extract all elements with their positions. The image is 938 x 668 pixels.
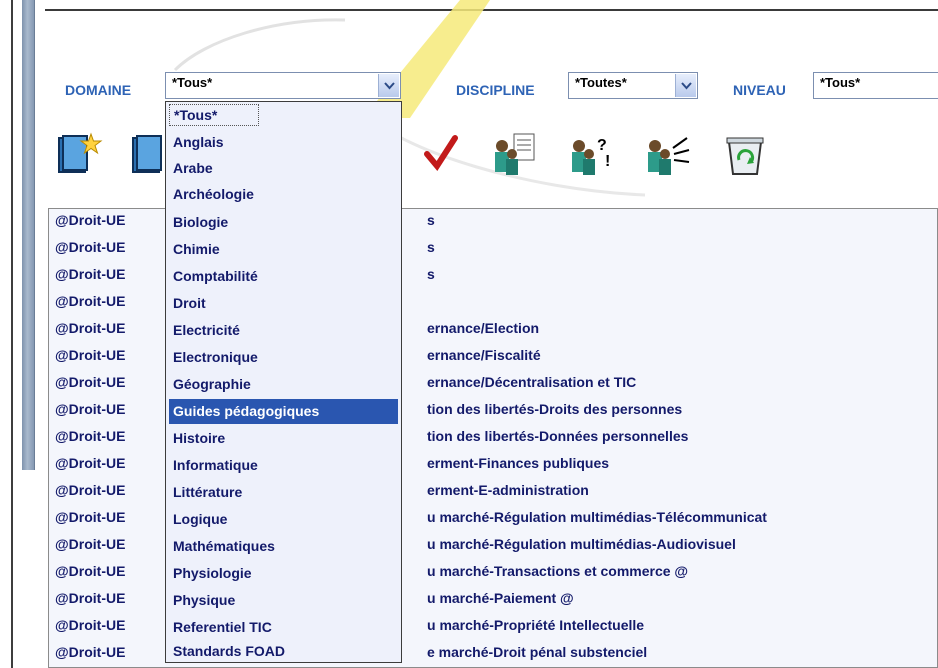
top-divider: [45, 9, 938, 11]
dropdown-option[interactable]: Mathématiques: [169, 534, 398, 559]
domaine-value: *Tous*: [172, 75, 213, 90]
dropdown-option[interactable]: Archéologie: [169, 182, 398, 207]
domaine-select[interactable]: *Tous*: [165, 72, 401, 99]
people-question-icon[interactable]: ? !: [567, 128, 615, 180]
chevron-down-icon[interactable]: [378, 74, 399, 97]
dropdown-option[interactable]: Chimie: [169, 237, 398, 262]
domaine-dropdown-list[interactable]: *Tous* Anglais Arabe Archéologie Biologi…: [165, 101, 402, 663]
dropdown-option[interactable]: Droit: [169, 291, 398, 316]
main-panel: DOMAINE *Tous* DISCIPLINE *Toutes* NIVEA…: [45, 0, 938, 668]
side-scrollbar[interactable]: [22, 0, 35, 470]
dropdown-option-selected[interactable]: Guides pédagogiques: [169, 399, 398, 424]
chevron-down-icon[interactable]: [675, 74, 696, 97]
dropdown-option[interactable]: Electricité: [169, 318, 398, 343]
people-broadcast-icon[interactable]: [643, 128, 691, 180]
dropdown-option[interactable]: Arabe: [169, 156, 398, 181]
recycle-bin-icon[interactable]: [721, 128, 769, 180]
checkmark-icon[interactable]: [423, 128, 471, 180]
dropdown-option[interactable]: Electronique: [169, 345, 398, 370]
people-document-icon[interactable]: [490, 128, 538, 180]
dropdown-option[interactable]: Physique: [169, 588, 398, 613]
dropdown-option[interactable]: Littérature: [169, 480, 398, 505]
frame-border: [11, 0, 13, 668]
left-frame: [0, 0, 38, 668]
niveau-label: NIVEAU: [733, 82, 786, 98]
niveau-value: *Tous*: [820, 75, 861, 90]
dropdown-option[interactable]: Informatique: [169, 453, 398, 478]
discipline-select[interactable]: *Toutes*: [568, 72, 698, 99]
svg-text:!: !: [605, 153, 610, 170]
domaine-label: DOMAINE: [65, 82, 132, 98]
discipline-label: DISCIPLINE: [456, 82, 535, 98]
dropdown-option[interactable]: Physiologie: [169, 561, 398, 586]
dropdown-option[interactable]: Logique: [169, 507, 398, 532]
svg-text:?: ?: [597, 137, 607, 154]
dropdown-option[interactable]: Comptabilité: [169, 264, 398, 289]
niveau-select[interactable]: *Tous*: [813, 72, 938, 99]
dropdown-option[interactable]: Histoire: [169, 426, 398, 451]
dropdown-option[interactable]: *Tous*: [169, 104, 259, 126]
dropdown-option[interactable]: Biologie: [169, 210, 398, 235]
new-star-book-icon[interactable]: [55, 128, 103, 180]
discipline-value: *Toutes*: [575, 75, 627, 90]
dropdown-option[interactable]: Anglais: [169, 130, 398, 155]
dropdown-option[interactable]: Géographie: [169, 372, 398, 397]
dropdown-option[interactable]: Referentiel TIC: [169, 615, 398, 640]
dropdown-option[interactable]: Standards FOAD: [169, 639, 398, 664]
